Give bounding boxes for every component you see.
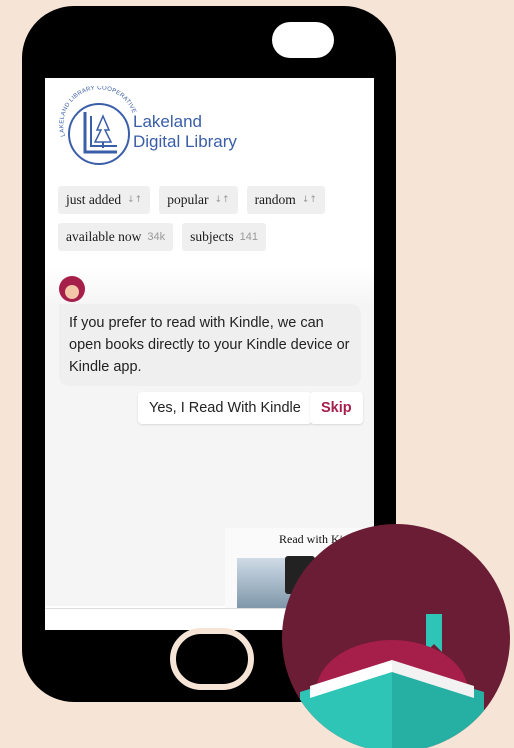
filter-popular[interactable]: popular ↓↑ xyxy=(159,186,238,214)
filter-label: available now xyxy=(66,229,142,244)
libby-app-icon xyxy=(282,524,510,748)
phone-speaker xyxy=(272,22,334,58)
home-button xyxy=(170,628,254,690)
read-with-kindle-button[interactable]: Yes, I Read With Kindle xyxy=(138,392,312,424)
skip-button[interactable]: Skip xyxy=(310,392,363,424)
filter-subjects[interactable]: subjects 141 xyxy=(182,223,266,251)
assistant-avatar xyxy=(59,276,85,302)
filter-count: 141 xyxy=(239,231,258,243)
filter-label: random xyxy=(254,192,296,207)
library-name: Lakeland Digital Library xyxy=(133,112,237,152)
filter-random[interactable]: random ↓↑ xyxy=(246,186,325,214)
filter-label: popular xyxy=(167,192,209,207)
sort-icon: ↓↑ xyxy=(127,195,143,205)
filter-available-now[interactable]: available now 34k xyxy=(58,223,174,251)
filter-chips: just added ↓↑ popular ↓↑ random ↓↑ avail… xyxy=(58,186,368,260)
library-name-line2: Digital Library xyxy=(133,132,237,151)
library-name-line1: Lakeland xyxy=(133,112,203,131)
filter-count: 34k xyxy=(147,231,166,243)
sort-icon: ↓↑ xyxy=(214,195,230,205)
sort-icon: ↓↑ xyxy=(301,195,317,205)
filter-label: subjects xyxy=(190,229,234,244)
filter-label: just added xyxy=(66,192,122,207)
filter-just-added[interactable]: just added ↓↑ xyxy=(58,186,151,214)
chat-message: If you prefer to read with Kindle, we ca… xyxy=(59,304,361,386)
avatar-face xyxy=(65,285,79,299)
